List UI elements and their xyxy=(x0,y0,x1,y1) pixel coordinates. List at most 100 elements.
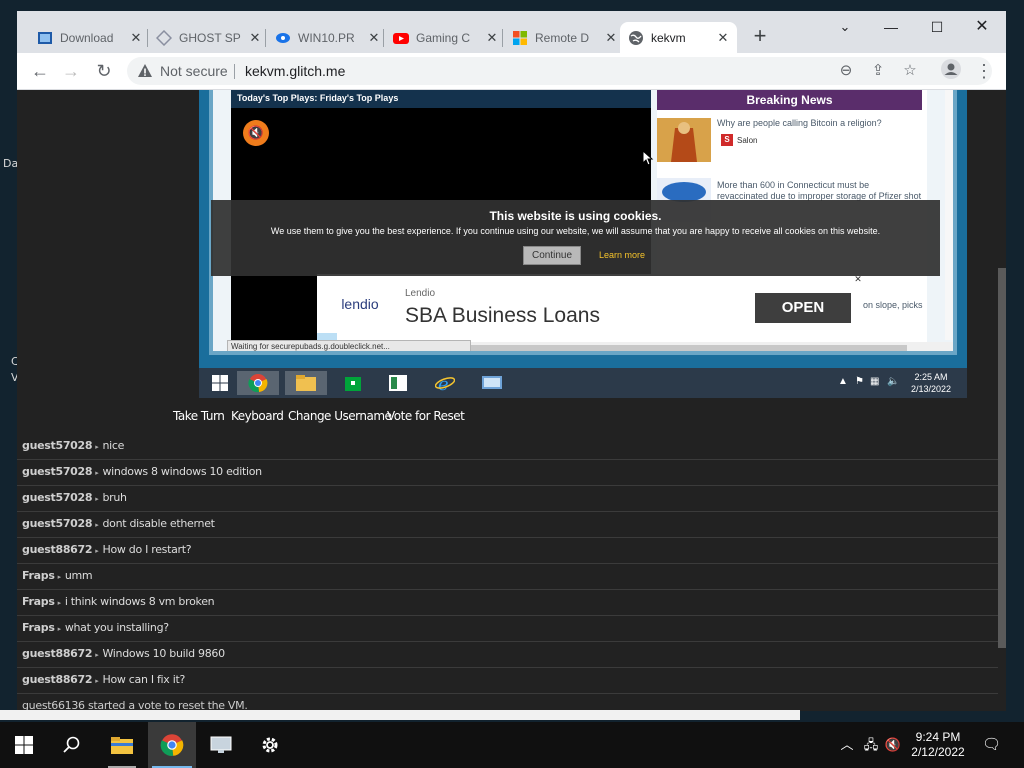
ad-brand: Lendio xyxy=(405,288,436,299)
tab-title: Download xyxy=(60,30,114,45)
tray-chevron-icon[interactable]: ︿ xyxy=(838,736,856,754)
back-button[interactable]: ← xyxy=(28,59,52,83)
chat-system-message: guest66136 started a vote to reset the V… xyxy=(17,694,998,711)
url-text[interactable]: kekvm.glitch.me xyxy=(245,63,345,79)
close-window-button[interactable]: ✕ xyxy=(960,15,1004,39)
minimize-button[interactable]: — xyxy=(869,15,913,39)
scroll-thumb[interactable] xyxy=(471,345,907,351)
vote-reset-button[interactable]: Vote for Reset xyxy=(387,409,465,423)
vm-taskbar: e ▲ ⚑ ▦ 🔈 2:25 AM 2/13/2022 xyxy=(199,368,967,398)
tab-title: Remote D xyxy=(535,30,590,45)
tab-separator xyxy=(383,29,384,47)
cookie-learn-more-link[interactable]: Learn more xyxy=(599,250,645,260)
vm-vertical-scrollbar[interactable] xyxy=(945,90,953,340)
vm-clock[interactable]: 2:25 AM 2/13/2022 xyxy=(911,371,951,395)
warning-icon xyxy=(138,64,152,77)
vm-screen[interactable]: Today's Top Plays: Friday's Top Plays 🔇 … xyxy=(199,90,967,398)
vm-tray-chevron-icon[interactable]: ▲ xyxy=(838,376,848,387)
chat-arrow-icon: ▸ xyxy=(95,521,99,529)
keyboard-button[interactable]: Keyboard xyxy=(231,409,284,423)
vm-status-bar: Waiting for securepubads.g.doubleclick.n… xyxy=(227,340,471,351)
page-scrollbar-thumb[interactable] xyxy=(998,268,1006,648)
maximize-button[interactable]: ☐ xyxy=(915,15,959,39)
change-username-button[interactable]: Change Username xyxy=(288,409,392,423)
vm-chrome-icon[interactable] xyxy=(237,371,279,395)
chat-message: Fraps ▸ umm xyxy=(17,564,998,590)
news-heading: Breaking News xyxy=(657,90,922,110)
chat-arrow-icon: ▸ xyxy=(57,573,62,581)
tab-strip: Download ✕ GHOST SP ✕ WIN10.PR ✕ Gaming … xyxy=(17,11,1006,53)
vm-store-icon[interactable] xyxy=(332,371,374,395)
vm-control-panel-icon[interactable] xyxy=(471,371,513,395)
chat-arrow-icon: ▸ xyxy=(95,547,99,555)
reload-button[interactable]: ↻ xyxy=(92,59,116,83)
close-tab-icon[interactable]: ✕ xyxy=(128,30,144,46)
desktop-icon-label: Da xyxy=(3,157,19,170)
news-headline[interactable]: Why are people calling Bitcoin a religio… xyxy=(717,118,922,129)
chat-message: guest57028 ▸ windows 8 windows 10 edition xyxy=(17,460,998,486)
cookie-continue-button[interactable]: Continue xyxy=(523,246,581,265)
close-tab-icon[interactable]: ✕ xyxy=(247,30,263,46)
svg-text:e: e xyxy=(438,374,449,393)
browser-toolbar: ← → ↻ Not secure kekvm.glitch.me ⊖ ⇪ ☆ ⋮ xyxy=(17,53,1006,90)
tab-search-icon[interactable]: ⌄ xyxy=(823,15,867,39)
chat-username: guest57028 xyxy=(22,517,93,530)
vm-horizontal-scrollbar[interactable] xyxy=(471,342,953,351)
chat-arrow-icon: ▸ xyxy=(95,469,99,477)
vm-start-icon[interactable] xyxy=(199,371,241,395)
chat-username: Fraps xyxy=(22,569,55,582)
take-turn-button[interactable]: Take Turn xyxy=(173,409,225,423)
forward-button[interactable]: → xyxy=(59,59,83,83)
remote-desktop-button[interactable] xyxy=(197,722,245,768)
bookmark-star-icon[interactable]: ☆ xyxy=(900,61,920,81)
vm-flag-icon[interactable]: ⚑ xyxy=(855,376,864,387)
close-tab-icon[interactable]: ✕ xyxy=(715,30,731,46)
file-explorer-button[interactable] xyxy=(98,722,146,768)
taskbar-clock[interactable]: 9:24 PM 2/12/2022 xyxy=(900,730,976,760)
address-bar[interactable]: Not secure kekvm.glitch.me ⊖ ⇪ ☆ xyxy=(127,57,992,85)
news-headline-fragment[interactable]: on slope, picks xyxy=(863,300,923,310)
chat-input-strip[interactable] xyxy=(0,710,800,720)
vm-ie-icon[interactable]: e xyxy=(424,371,466,395)
tab-gaming[interactable]: Gaming C ✕ xyxy=(385,22,500,53)
folder-icon xyxy=(111,737,133,754)
chat-message: Fraps ▸ what you installing? xyxy=(17,616,998,642)
chat-text: Windows 10 build 9860 xyxy=(102,647,225,660)
tab-ghost[interactable]: GHOST SP ✕ xyxy=(148,22,263,53)
news-headline[interactable]: More than 600 in Connecticut must be rev… xyxy=(717,180,922,202)
ad-headline: SBA Business Loans xyxy=(405,304,600,327)
network-icon[interactable]: 🖧 xyxy=(862,736,880,754)
tab-kekvm[interactable]: kekvm ✕ xyxy=(620,22,737,53)
tab-remote[interactable]: Remote D ✕ xyxy=(504,22,619,53)
profile-avatar-icon[interactable] xyxy=(939,59,963,83)
zoom-icon[interactable]: ⊖ xyxy=(836,61,856,81)
action-center-icon[interactable]: 🗨 xyxy=(982,736,1001,754)
close-tab-icon[interactable]: ✕ xyxy=(366,30,382,46)
security-label[interactable]: Not secure xyxy=(160,63,228,79)
tab-win10[interactable]: WIN10.PR ✕ xyxy=(267,22,382,53)
vm-reader-icon[interactable] xyxy=(377,371,419,395)
ad-open-button[interactable]: OPEN xyxy=(755,293,851,323)
mute-icon[interactable]: 🔇 xyxy=(243,120,269,146)
menu-kebab-icon[interactable]: ⋮ xyxy=(972,59,996,83)
close-tab-icon[interactable]: ✕ xyxy=(603,30,619,46)
vm-network-icon[interactable]: ▦ xyxy=(870,376,879,387)
chat-message: Fraps ▸ i think windows 8 vm broken xyxy=(17,590,998,616)
vm-volume-icon[interactable]: 🔈 xyxy=(887,376,899,387)
tab-title: kekvm xyxy=(651,30,686,45)
vm-file-explorer-icon[interactable] xyxy=(285,371,327,395)
news-thumbnail[interactable] xyxy=(657,118,711,162)
tab-download[interactable]: Download ✕ xyxy=(29,22,144,53)
search-button[interactable] xyxy=(48,722,96,768)
ad-banner[interactable]: lendio Lendio SBA Business Loans OPEN ✕ xyxy=(317,274,863,342)
globe-favicon xyxy=(629,30,643,45)
cookie-banner: This website is using cookies. We use th… xyxy=(211,200,940,276)
share-icon[interactable]: ⇪ xyxy=(868,61,888,81)
chat-username: guest57028 xyxy=(22,465,93,478)
chrome-button[interactable] xyxy=(148,722,196,768)
close-tab-icon[interactable]: ✕ xyxy=(484,30,500,46)
browser-window: Download ✕ GHOST SP ✕ WIN10.PR ✕ Gaming … xyxy=(17,11,1006,711)
new-tab-button[interactable]: + xyxy=(748,25,772,49)
start-button[interactable] xyxy=(0,722,48,768)
settings-button[interactable] xyxy=(246,722,294,768)
